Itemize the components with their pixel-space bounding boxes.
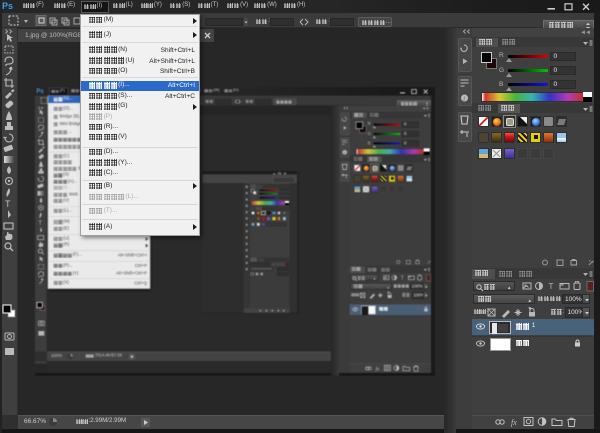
svg-text:fx: fx xyxy=(376,365,380,372)
svg-text:T: T xyxy=(549,282,554,291)
svg-text:T: T xyxy=(5,199,11,209)
svg-text:T: T xyxy=(401,276,405,282)
svg-text:i: i xyxy=(344,150,345,155)
svg-text:T: T xyxy=(38,221,42,227)
svg-text:fx: fx xyxy=(511,418,517,427)
